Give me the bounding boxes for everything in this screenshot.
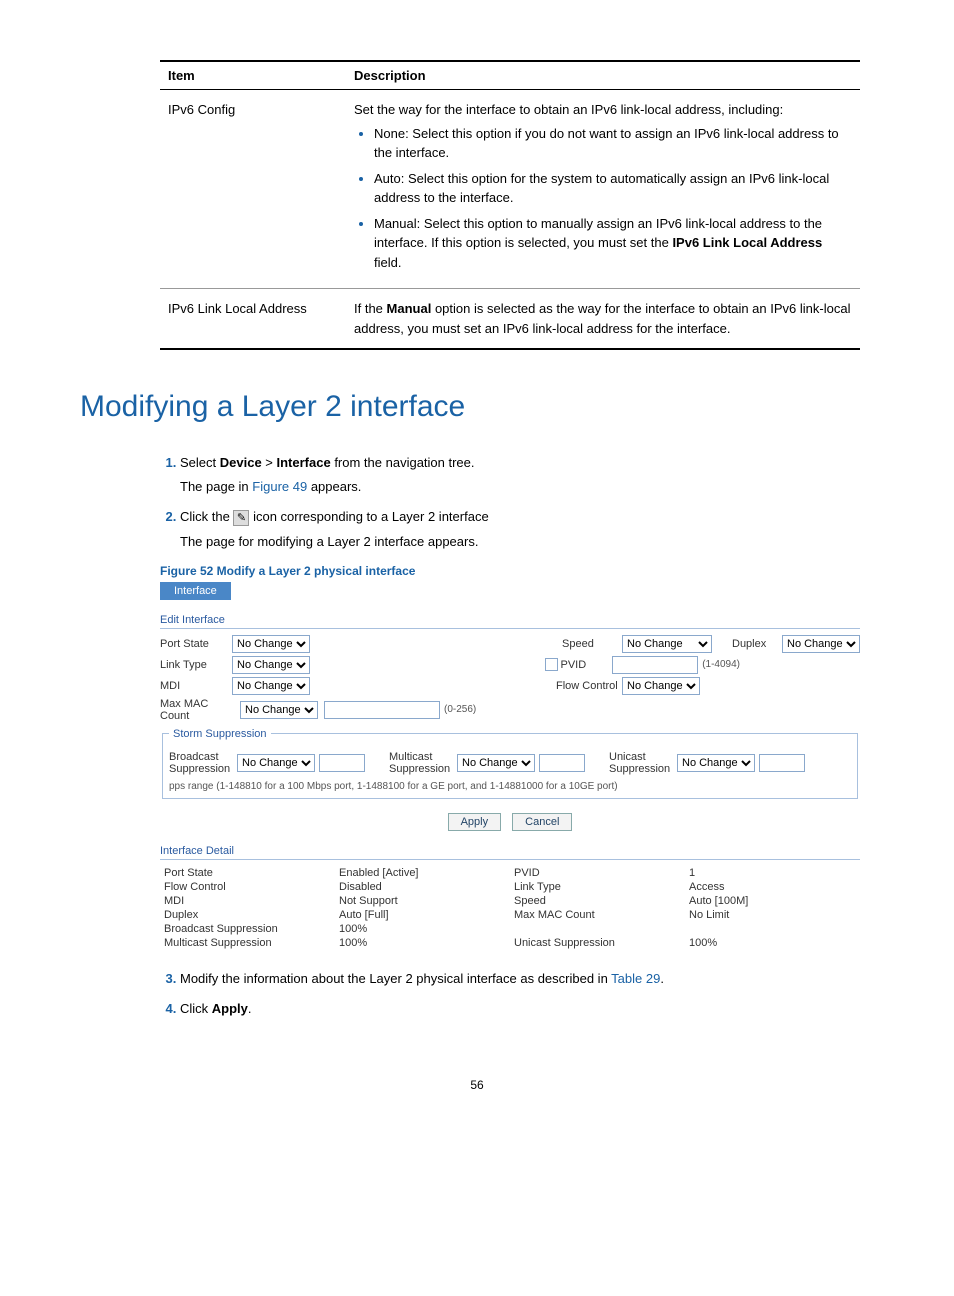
mdi-select[interactable]: No Change <box>232 677 310 695</box>
embedded-ui-screenshot: Interface Edit Interface Port State No C… <box>160 582 860 950</box>
col-description: Description <box>346 61 860 90</box>
col-item: Item <box>160 61 346 90</box>
flow-control-select[interactable]: No Change <box>622 677 700 695</box>
multicast-suppression-input[interactable] <box>539 754 585 772</box>
desc-bullet: Manual: Select this option to manually a… <box>374 214 852 273</box>
label-link-type: Link Type <box>160 659 232 671</box>
broadcast-suppression-input[interactable] <box>319 754 365 772</box>
step: Modify the information about the Layer 2… <box>180 970 874 988</box>
tab-interface[interactable]: Interface <box>160 582 231 600</box>
table-row: IPv6 Config Set the way for the interfac… <box>160 90 860 289</box>
label-max-mac: Max MAC Count <box>160 698 240 722</box>
label-flow-control: Flow Control <box>556 680 622 692</box>
edit-icon: ✎ <box>233 510 249 526</box>
label-multicast-suppression: Multicast Suppression <box>389 751 457 775</box>
max-mac-hint: (0-256) <box>444 704 476 715</box>
step: Click Apply. <box>180 1000 874 1018</box>
speed-select[interactable]: No Change <box>622 635 712 653</box>
step: Click the ✎ icon corresponding to a Laye… <box>180 508 874 550</box>
config-description-table: Item Description IPv6 Config Set the way… <box>160 60 860 350</box>
section-heading: Modifying a Layer 2 interface <box>80 390 874 424</box>
unicast-suppression-select[interactable]: No Change <box>677 754 755 772</box>
desc-bullets: None: Select this option if you do not w… <box>354 124 852 273</box>
duplex-select[interactable]: No Change <box>782 635 860 653</box>
figure-caption: Figure 52 Modify a Layer 2 physical inte… <box>160 564 874 578</box>
edit-interface-title: Edit Interface <box>160 614 860 629</box>
pvid-hint: (1-4094) <box>702 659 740 670</box>
storm-suppression-group: Storm Suppression Broadcast Suppression … <box>162 728 858 799</box>
desc-cell: If the Manual option is selected as the … <box>346 289 860 350</box>
multicast-suppression-select[interactable]: No Change <box>457 754 535 772</box>
unicast-suppression-input[interactable] <box>759 754 805 772</box>
pps-range-note: pps range (1-148810 for a 100 Mbps port,… <box>169 781 851 792</box>
max-mac-input[interactable] <box>324 701 440 719</box>
interface-detail-title: Interface Detail <box>160 845 860 860</box>
label-port-state: Port State <box>160 638 232 650</box>
interface-detail-table: Port State Enabled [Active] PVID 1 Flow … <box>160 866 860 950</box>
port-state-select[interactable]: No Change <box>232 635 310 653</box>
max-mac-select[interactable]: No Change <box>240 701 318 719</box>
step: Select Device > Interface from the navig… <box>180 454 874 496</box>
page-number: 56 <box>80 1078 874 1092</box>
pvid-input[interactable] <box>612 656 698 674</box>
table-row: IPv6 Link Local Address If the Manual op… <box>160 289 860 350</box>
storm-legend: Storm Suppression <box>169 728 271 740</box>
desc-bullet: Auto: Select this option for the system … <box>374 169 852 208</box>
desc-cell: Set the way for the interface to obtain … <box>346 90 860 289</box>
label-unicast-suppression: Unicast Suppression <box>609 751 677 775</box>
apply-button[interactable]: Apply <box>448 813 502 831</box>
label-pvid: PVID <box>561 659 587 671</box>
link-table-29[interactable]: Table 29 <box>611 971 660 986</box>
link-type-select[interactable]: No Change <box>232 656 310 674</box>
item-cell: IPv6 Link Local Address <box>160 289 346 350</box>
item-cell: IPv6 Config <box>160 90 346 289</box>
pvid-checkbox[interactable] <box>545 658 558 671</box>
broadcast-suppression-select[interactable]: No Change <box>237 754 315 772</box>
cancel-button[interactable]: Cancel <box>512 813 572 831</box>
label-duplex: Duplex <box>732 638 782 650</box>
label-broadcast-suppression: Broadcast Suppression <box>169 751 237 775</box>
label-speed: Speed <box>562 638 622 650</box>
desc-bullet: None: Select this option if you do not w… <box>374 124 852 163</box>
link-figure-49[interactable]: Figure 49 <box>252 479 307 494</box>
label-mdi: MDI <box>160 680 232 692</box>
